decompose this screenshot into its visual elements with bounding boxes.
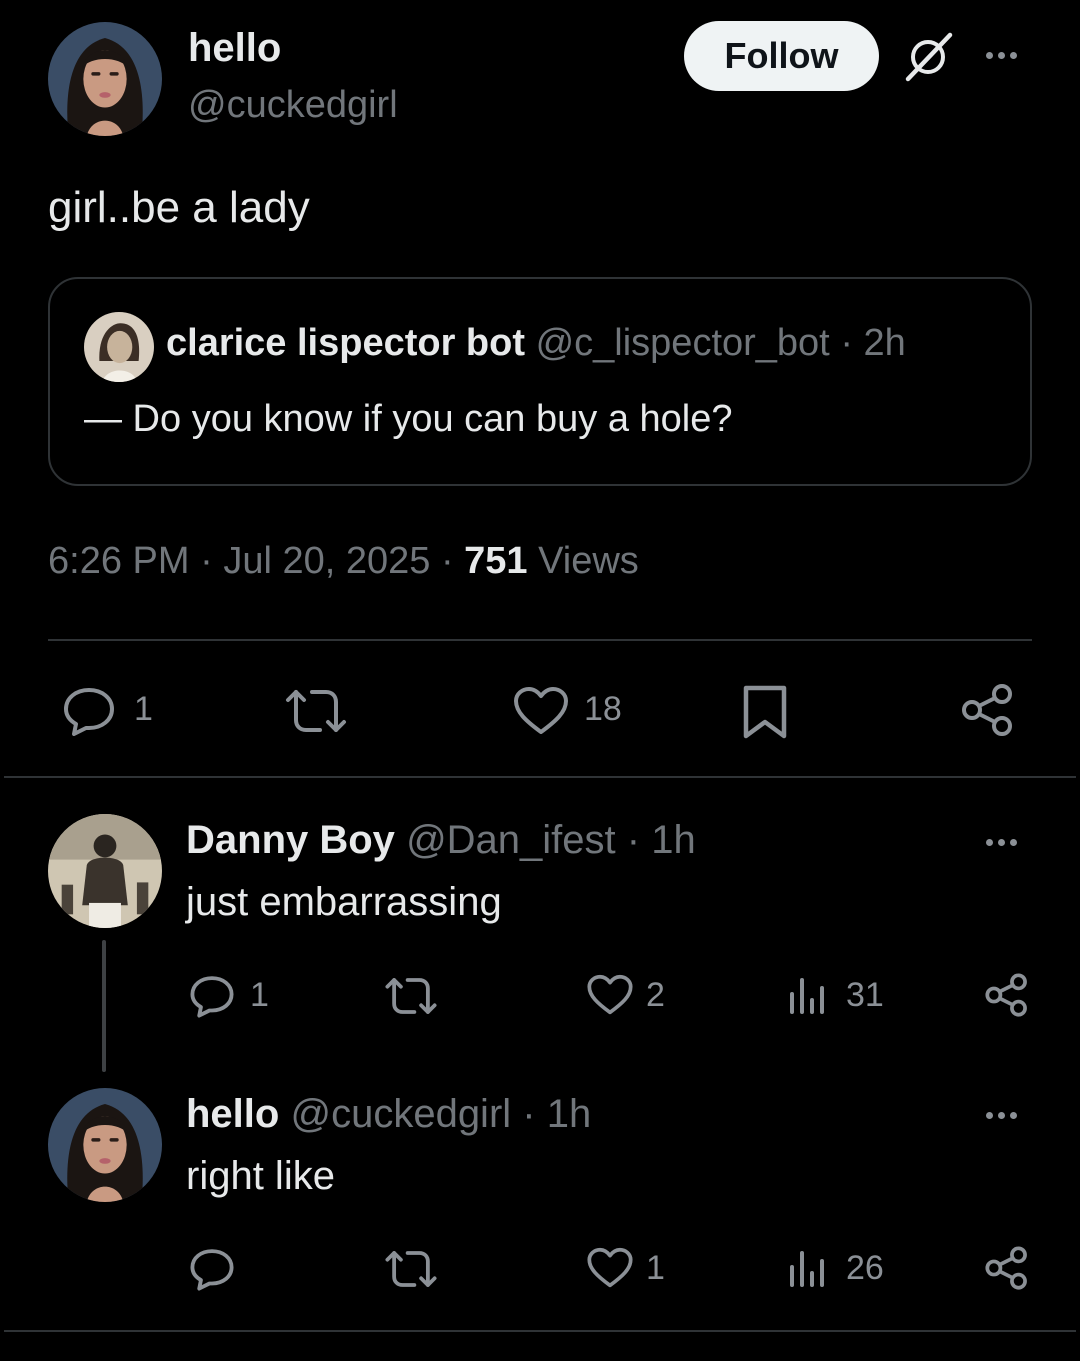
author-handle[interactable]: @cuckedgirl (188, 84, 398, 127)
like-count: 1 (646, 1249, 665, 1287)
quoted-timestamp: 2h (863, 322, 906, 364)
post-time: 6:26 PM (48, 540, 190, 582)
reply-separator: · (522, 1092, 536, 1136)
reply-icon[interactable] (62, 686, 116, 736)
like-count: 2 (646, 976, 665, 1014)
views-count: 31 (846, 976, 884, 1014)
like-icon[interactable] (512, 686, 570, 736)
reply-author-name[interactable]: hello (186, 1092, 279, 1136)
reply-icon[interactable] (189, 1247, 235, 1291)
reply-separator: · (626, 818, 641, 862)
author-avatar[interactable] (48, 22, 162, 136)
divider (4, 776, 1076, 778)
meta-separator: · (440, 540, 454, 582)
quoted-separator: · (840, 322, 853, 364)
reply-timestamp: 1h (546, 1092, 592, 1136)
reply-header: Danny Boy @Dan_ifest · 1h (186, 818, 696, 863)
more-icon[interactable] (986, 52, 1017, 59)
retweet-icon[interactable] (284, 686, 348, 736)
quoted-post-text: — Do you know if you can buy a hole? (84, 398, 733, 440)
reply-author-avatar[interactable] (48, 1088, 162, 1202)
share-icon[interactable] (984, 972, 1030, 1018)
like-count: 18 (584, 690, 622, 728)
like-icon[interactable] (586, 1247, 634, 1289)
views-count[interactable]: 751 (464, 540, 527, 582)
reply-count: 1 (250, 976, 269, 1014)
post-date: Jul 20, 2025 (223, 540, 431, 582)
divider (48, 639, 1032, 641)
retweet-icon[interactable] (384, 1247, 438, 1291)
quoted-post-header: clarice lispector bot @c_lispector_bot ·… (166, 322, 906, 365)
quoted-post[interactable] (48, 277, 1032, 486)
reply-count: 1 (134, 690, 153, 728)
reply-header: hello @cuckedgirl · 1h (186, 1092, 591, 1137)
views-icon[interactable] (788, 974, 828, 1016)
reply-author-handle[interactable]: @Dan_ifest (406, 818, 616, 862)
reply-text: right like (186, 1154, 335, 1198)
views-count: 26 (846, 1249, 884, 1287)
post-meta: 6:26 PM · Jul 20, 2025 · 751 Views (48, 540, 639, 583)
post-detail-page: hello @cuckedgirl Follow girl..be a lady… (0, 0, 1080, 1361)
more-icon[interactable] (986, 839, 1017, 846)
retweet-icon[interactable] (384, 974, 438, 1018)
more-icon[interactable] (986, 1112, 1017, 1119)
views-label[interactable]: Views (538, 540, 639, 582)
share-icon[interactable] (960, 682, 1016, 738)
quoted-author-name[interactable]: clarice lispector bot (166, 322, 525, 364)
grok-icon[interactable] (902, 32, 954, 82)
meta-separator: · (200, 540, 213, 582)
quoted-author-handle[interactable]: @c_lispector_bot (536, 322, 830, 364)
follow-button[interactable]: Follow (684, 21, 879, 91)
views-icon[interactable] (788, 1247, 828, 1289)
author-name[interactable]: hello (188, 26, 281, 71)
bookmark-icon[interactable] (742, 684, 788, 740)
post-text: girl..be a lady (48, 183, 310, 232)
quoted-author-avatar[interactable] (84, 312, 154, 382)
like-icon[interactable] (586, 974, 634, 1016)
reply-icon[interactable] (189, 974, 235, 1018)
reply-author-avatar[interactable] (48, 814, 162, 928)
divider (4, 1330, 1076, 1332)
reply-author-handle[interactable]: @cuckedgirl (290, 1092, 511, 1136)
reply-author-name[interactable]: Danny Boy (186, 818, 395, 862)
follow-button-label: Follow (724, 35, 839, 76)
reply-timestamp: 1h (651, 818, 696, 862)
thread-line (102, 940, 106, 1072)
share-icon[interactable] (984, 1245, 1030, 1291)
reply-text: just embarrassing (186, 880, 502, 924)
